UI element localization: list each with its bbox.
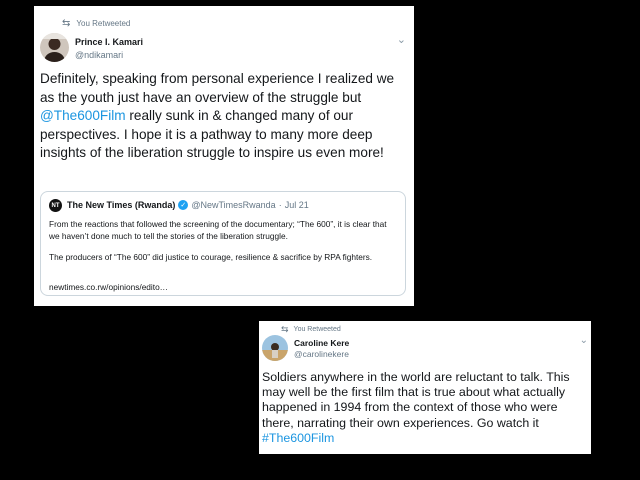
avatar-image bbox=[262, 335, 288, 361]
author-handle[interactable]: @carolinekere bbox=[294, 349, 349, 359]
quote-paragraph-2: The producers of “The 600” did justice t… bbox=[49, 252, 373, 262]
quote-author-handle: @NewTimesRwanda bbox=[191, 200, 276, 210]
avatar-image bbox=[40, 33, 69, 62]
tweet-text-part1: Definitely, speaking from personal exper… bbox=[40, 71, 395, 105]
tweet-text: Definitely, speaking from personal exper… bbox=[40, 70, 412, 163]
quote-header: The New Times (Rwanda) ✓ @NewTimesRwanda… bbox=[67, 200, 309, 210]
author-handle[interactable]: @ndikamari bbox=[75, 50, 123, 60]
retweet-label: You Retweeted bbox=[76, 19, 131, 28]
tweet-card-kere[interactable]: ⇆ You Retweeted Caroline Kere @carolinek… bbox=[259, 321, 591, 454]
quote-avatar: NT bbox=[49, 199, 62, 212]
avatar[interactable] bbox=[262, 335, 288, 361]
quote-separator: · bbox=[278, 200, 282, 210]
tweet-text: Soldiers anywhere in the world are reluc… bbox=[262, 370, 591, 446]
author-name[interactable]: Caroline Kere bbox=[294, 338, 349, 348]
quote-paragraph-1: From the reactions that followed the scr… bbox=[49, 219, 387, 241]
tweet-card-kamari[interactable]: ⇆ You Retweeted Prince I. Kamari @ndikam… bbox=[34, 6, 414, 306]
avatar[interactable] bbox=[40, 33, 69, 62]
retweet-label: You Retweeted bbox=[293, 326, 341, 333]
mention-link[interactable]: @The600Film bbox=[40, 108, 126, 123]
verified-badge-icon: ✓ bbox=[178, 200, 189, 210]
quote-date: Jul 21 bbox=[284, 200, 309, 210]
quote-url-link[interactable]: newtimes.co.rw/opinions/edito… bbox=[49, 282, 168, 292]
retweet-icon: ⇆ bbox=[281, 324, 289, 334]
chevron-down-icon[interactable]: ⌄ bbox=[580, 335, 588, 346]
chevron-down-icon[interactable]: ⌄ bbox=[397, 33, 406, 46]
retweet-indicator: ⇆ You Retweeted bbox=[62, 18, 130, 29]
retweet-icon: ⇆ bbox=[62, 18, 71, 29]
tweet-text-content: Soldiers anywhere in the world are reluc… bbox=[262, 370, 570, 430]
hashtag-link[interactable]: #The600Film bbox=[262, 431, 334, 445]
retweet-indicator: ⇆ You Retweeted bbox=[281, 324, 341, 335]
quote-author-name: The New Times (Rwanda) bbox=[67, 200, 176, 210]
quote-text: From the reactions that followed the scr… bbox=[49, 218, 399, 272]
quoted-tweet[interactable]: NT The New Times (Rwanda) ✓ @NewTimesRwa… bbox=[40, 191, 406, 296]
author-name[interactable]: Prince I. Kamari bbox=[75, 37, 143, 47]
